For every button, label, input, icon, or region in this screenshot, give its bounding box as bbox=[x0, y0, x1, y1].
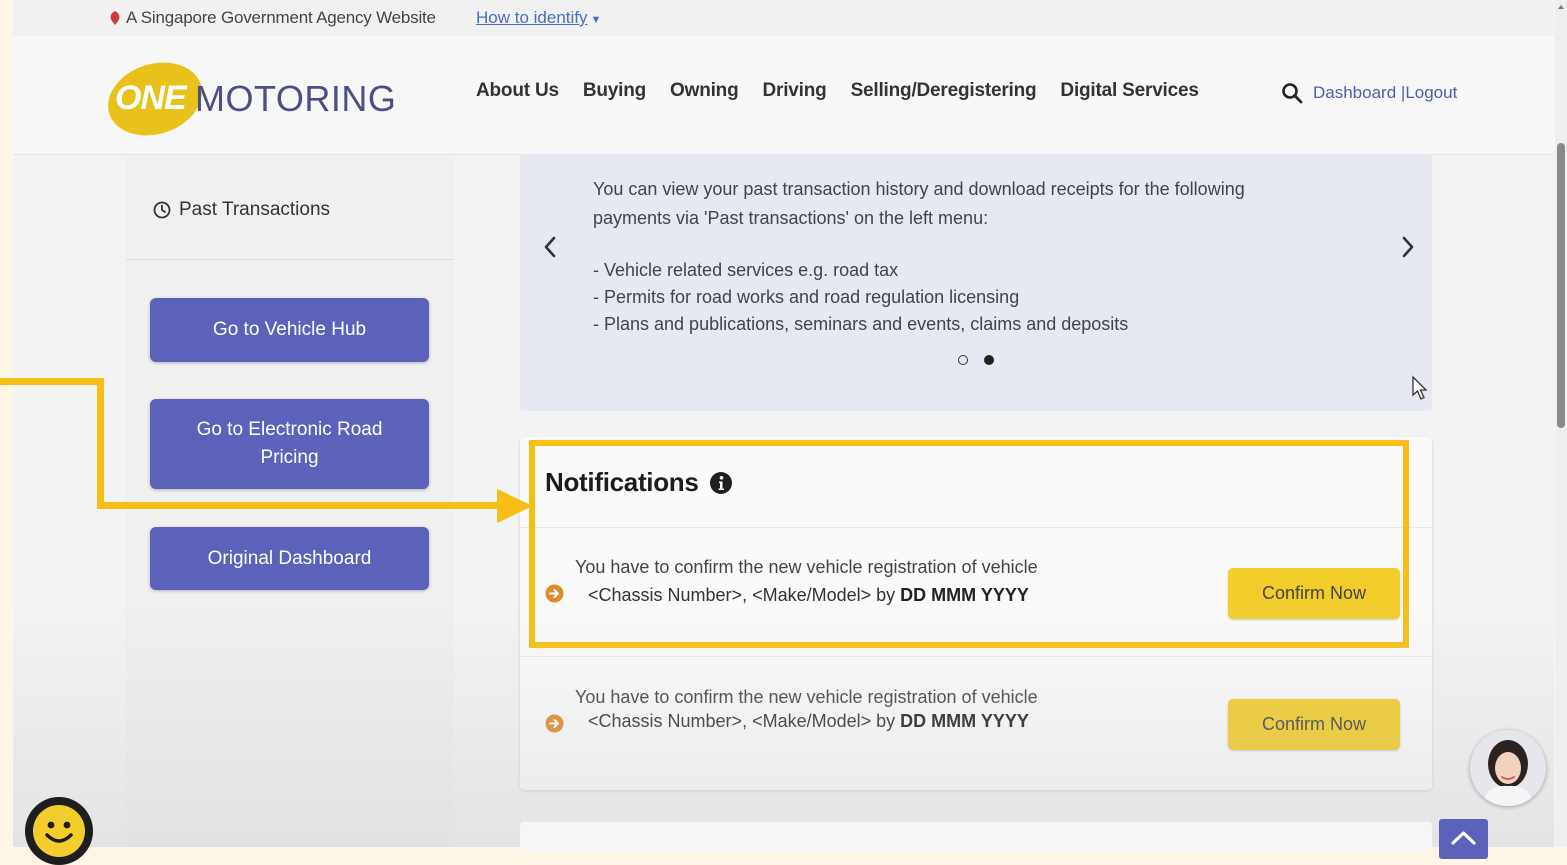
carousel-dot-1[interactable] bbox=[958, 355, 968, 365]
notification-details: <Chassis Number>, <Make/Model> by DD MMM… bbox=[588, 711, 1029, 732]
notification-vehicle-text: <Chassis Number>, <Make/Model> by bbox=[588, 711, 901, 731]
go-to-vehicle-hub-button[interactable]: Go to Vehicle Hub bbox=[150, 298, 429, 362]
how-to-identify-link[interactable]: How to identify ▼ bbox=[476, 8, 601, 28]
carousel-bullet: - Vehicle related services e.g. road tax bbox=[593, 260, 899, 280]
how-to-identify-label: How to identify bbox=[476, 8, 588, 27]
clock-icon bbox=[153, 201, 171, 219]
carousel-dots bbox=[958, 355, 994, 365]
logo-one-text: ONE bbox=[115, 79, 187, 117]
next-card-partial bbox=[520, 822, 1432, 852]
smiley-face bbox=[33, 805, 85, 857]
notification-message: You have to confirm the new vehicle regi… bbox=[575, 687, 1038, 707]
carousel-dot-2[interactable] bbox=[984, 355, 994, 365]
carousel-text: You can view your past transaction histo… bbox=[593, 179, 1245, 228]
notification-item: You have to confirm the new vehicle regi… bbox=[520, 677, 1432, 787]
callout-arrow-segment bbox=[97, 502, 502, 509]
sidebar-item-label: Past Transactions bbox=[179, 199, 331, 220]
government-agency-text: A Singapore Government Agency Website bbox=[126, 8, 436, 27]
site-header: ONE MOTORING About Us Buying Owning Driv… bbox=[13, 36, 1554, 155]
sidebar-item-past-transactions[interactable]: Past Transactions bbox=[153, 199, 330, 221]
carousel-bullet-list: - Vehicle related services e.g. road tax… bbox=[593, 257, 1128, 338]
callout-arrow-segment bbox=[0, 378, 104, 385]
chevron-left-icon[interactable] bbox=[540, 233, 560, 261]
divider bbox=[520, 656, 1432, 657]
onemotoring-logo[interactable]: ONE MOTORING bbox=[98, 50, 397, 148]
callout-arrow-head bbox=[497, 489, 533, 523]
go-to-erp-button[interactable]: Go to Electronic Road Pricing bbox=[150, 399, 429, 489]
sidebar-divider bbox=[126, 259, 454, 260]
notification-date: DD MMM YYYY bbox=[900, 711, 1029, 731]
scrollbar[interactable] bbox=[1555, 0, 1567, 847]
sidebar: Past Transactions Go to Vehicle Hub Go t… bbox=[126, 155, 454, 847]
arrow-circle-icon bbox=[545, 714, 564, 733]
info-carousel: You can view your past transaction histo… bbox=[520, 155, 1432, 411]
main-nav: About Us Buying Owning Driving Selling/D… bbox=[476, 80, 1199, 102]
carousel-bullet: - Plans and publications, seminars and e… bbox=[593, 314, 1129, 334]
assistant-avatar-icon[interactable] bbox=[1470, 730, 1546, 806]
lion-icon bbox=[110, 11, 120, 25]
nav-buying[interactable]: Buying bbox=[583, 80, 646, 102]
search-icon[interactable] bbox=[1281, 82, 1303, 104]
nav-selling-deregistering[interactable]: Selling/Deregistering bbox=[851, 80, 1037, 102]
carousel-bullet: - Permits for road works and road regula… bbox=[593, 287, 1020, 307]
page: A Singapore Government Agency Website Ho… bbox=[13, 0, 1554, 847]
nav-about-us[interactable]: About Us bbox=[476, 80, 559, 102]
nav-owning[interactable]: Owning bbox=[670, 80, 739, 102]
callout-arrow-segment bbox=[97, 378, 104, 509]
government-bar: A Singapore Government Agency Website Ho… bbox=[13, 0, 1554, 36]
logout-link[interactable]: Logout bbox=[1405, 83, 1457, 102]
original-dashboard-button[interactable]: Original Dashboard bbox=[150, 527, 429, 590]
dashboard-link[interactable]: Dashboard | bbox=[1313, 83, 1405, 102]
nav-driving[interactable]: Driving bbox=[763, 80, 827, 102]
chevron-right-icon[interactable] bbox=[1398, 233, 1418, 261]
scrollbar-thumb[interactable] bbox=[1557, 143, 1565, 428]
caret-down-icon: ▼ bbox=[590, 14, 602, 26]
account-links: Dashboard |Logout bbox=[1313, 83, 1457, 103]
scroll-up-icon[interactable] bbox=[1557, 2, 1565, 12]
avatar-illustration bbox=[1482, 740, 1534, 806]
chevron-up-icon bbox=[1451, 831, 1476, 845]
nav-digital-services[interactable]: Digital Services bbox=[1060, 80, 1199, 102]
confirm-now-button[interactable]: Confirm Now bbox=[1228, 699, 1400, 750]
highlight-box bbox=[529, 440, 1409, 648]
logo-motoring-text: MOTORING bbox=[195, 78, 397, 119]
back-to-top-button[interactable] bbox=[1439, 819, 1488, 859]
smiley-features bbox=[45, 821, 73, 843]
mouse-cursor-icon bbox=[1412, 375, 1428, 400]
smiley-icon[interactable] bbox=[25, 797, 93, 865]
